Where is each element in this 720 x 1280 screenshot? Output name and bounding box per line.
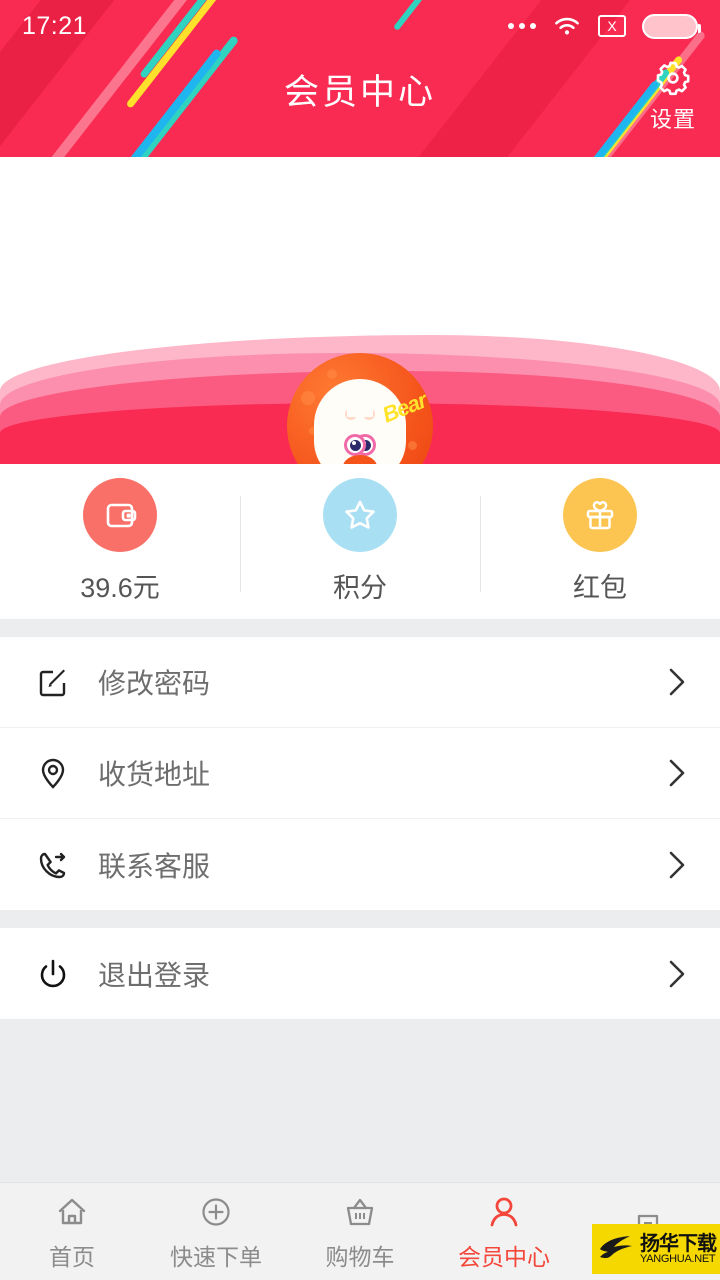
menu-item-change-password[interactable]: 修改密码 [0,637,720,728]
menu-item-label: 退出登录 [98,959,211,991]
menu-item-label: 修改密码 [98,668,211,699]
gear-icon [656,61,690,96]
star-icon [345,500,375,529]
status-bar: 17:21 X [0,0,720,52]
menu-item-contact-support[interactable]: 联系客服 [0,819,720,910]
tab-cart[interactable]: 购物车 [288,1192,432,1272]
watermark-cn-text: 扬华下载 [640,1232,717,1255]
chevron-right-icon [669,851,685,878]
menu-item-label: 收货地址 [98,759,211,790]
stat-redpacket[interactable]: 红包 [480,478,720,605]
profile-section: Bear 测试施工队长20 角色: 施工队长 [0,157,720,464]
home-icon [58,1198,86,1224]
stat-label: 积分 [333,573,387,603]
gift-icon [586,501,614,530]
sim-x-glyph: X [607,18,617,34]
location-pin-icon [30,755,76,791]
site-watermark: 扬华下载 YANGHUA.NET [592,1224,720,1274]
chevron-right-icon [669,668,685,696]
menu-item-logout[interactable]: 退出登录 [0,928,720,1019]
stat-label: 红包 [573,573,627,603]
tab-label: 快速下单 [170,1243,262,1270]
watermark-logo-icon [596,1229,636,1269]
phone-forward-icon [30,847,76,883]
tab-label: 会员中心 [458,1243,550,1270]
menu-item-shipping-address[interactable]: 收货地址 [0,728,720,819]
battery-icon [642,13,701,39]
wallet-icon [106,503,137,528]
menu-group-session: 退出登录 [0,928,720,1019]
basket-icon [346,1198,374,1225]
tab-label: 首页 [49,1243,95,1270]
gift-icon-circle [563,478,637,552]
app-header: 17:21 X 会员中心 设置 [0,0,720,157]
status-bar-clock: 17:21 [22,11,88,40]
section-divider [0,619,720,637]
stat-points[interactable]: 积分 [240,478,480,605]
tab-label: 购物车 [325,1243,395,1270]
edit-square-icon [30,664,76,700]
section-divider [0,910,720,928]
person-icon [490,1197,518,1226]
page-filler [0,1019,720,1179]
star-icon-circle [323,478,397,552]
wallet-icon-circle [83,478,157,552]
more-dots-icon [508,23,536,29]
chevron-right-icon [669,960,685,987]
menu-item-label: 联系客服 [98,850,211,882]
sim-card-x-icon: X [598,15,626,37]
watermark-en-text: YANGHUA.NET [640,1252,716,1265]
stat-wallet[interactable]: 39.6元 [0,478,240,605]
power-icon [30,956,76,992]
plus-circle-icon [202,1197,230,1226]
wifi-icon [555,17,579,35]
settings-label: 设置 [649,107,696,132]
stat-label: 39.6元 [80,573,160,603]
tab-member-center[interactable]: 会员中心 [432,1192,576,1272]
chevron-right-icon [669,759,685,787]
settings-button[interactable]: 设置 [650,56,696,134]
tab-quick-order[interactable]: 快速下单 [144,1192,288,1272]
menu-group-account: 修改密码 收货地址 联系客服 [0,637,720,910]
tab-home[interactable]: 首页 [0,1192,144,1272]
stats-row: 39.6元 积分 红包 [0,464,720,619]
